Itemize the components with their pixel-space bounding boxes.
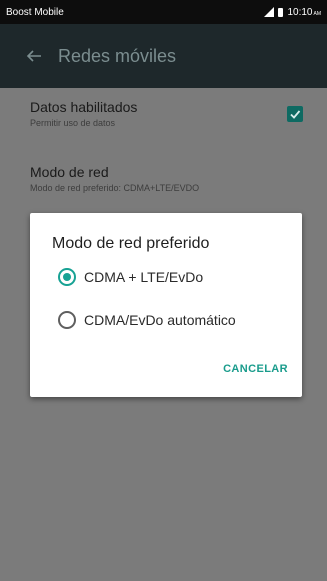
- dialog-title: Modo de red preferido: [52, 235, 210, 252]
- app-toolbar: Redes móviles: [0, 24, 327, 88]
- option-cdma-lte-evdo[interactable]: CDMA + LTE/EvDo: [58, 268, 203, 286]
- carrier-name: Boost Mobile: [6, 6, 64, 18]
- cancel-button[interactable]: CANCELAR: [223, 363, 288, 375]
- network-mode-summary: Modo de red preferido: CDMA+LTE/EVDO: [30, 183, 200, 193]
- network-mode-title: Modo de red: [30, 164, 109, 180]
- page-title: Redes móviles: [58, 45, 177, 66]
- battery-icon: [278, 7, 284, 17]
- signal-icon: [264, 7, 275, 17]
- clock-time: 10:10: [287, 6, 313, 18]
- network-mode-setting[interactable]: Modo de red Modo de red preferido: CDMA+…: [30, 164, 199, 193]
- checkmark-icon: [290, 110, 301, 119]
- arrow-left-icon: [26, 50, 41, 62]
- option-label: CDMA + LTE/EvDo: [84, 269, 204, 285]
- data-enabled-setting[interactable]: Datos habilitados Permitir uso de datos: [30, 99, 137, 128]
- radio-dot: [63, 273, 71, 281]
- clock: 10:10AM: [287, 7, 321, 18]
- data-enabled-checkbox[interactable]: [287, 106, 303, 122]
- option-cdma-evdo-auto[interactable]: CDMA/EvDo automático: [58, 311, 236, 329]
- clock-ampm: AM: [313, 10, 322, 17]
- radio-unselected[interactable]: [58, 311, 76, 329]
- status-icons: 10:10AM: [264, 7, 321, 18]
- radio-selected[interactable]: [58, 268, 76, 286]
- option-label: CDMA/EvDo automático: [84, 312, 236, 328]
- data-enabled-title: Datos habilitados: [30, 99, 138, 115]
- status-bar: Boost Mobile 10:10AM: [0, 0, 327, 24]
- network-mode-dialog: Modo de red preferido CDMA + LTE/EvDo CD…: [30, 213, 302, 397]
- data-enabled-summary: Permitir uso de datos: [30, 118, 116, 128]
- back-button[interactable]: [22, 44, 46, 68]
